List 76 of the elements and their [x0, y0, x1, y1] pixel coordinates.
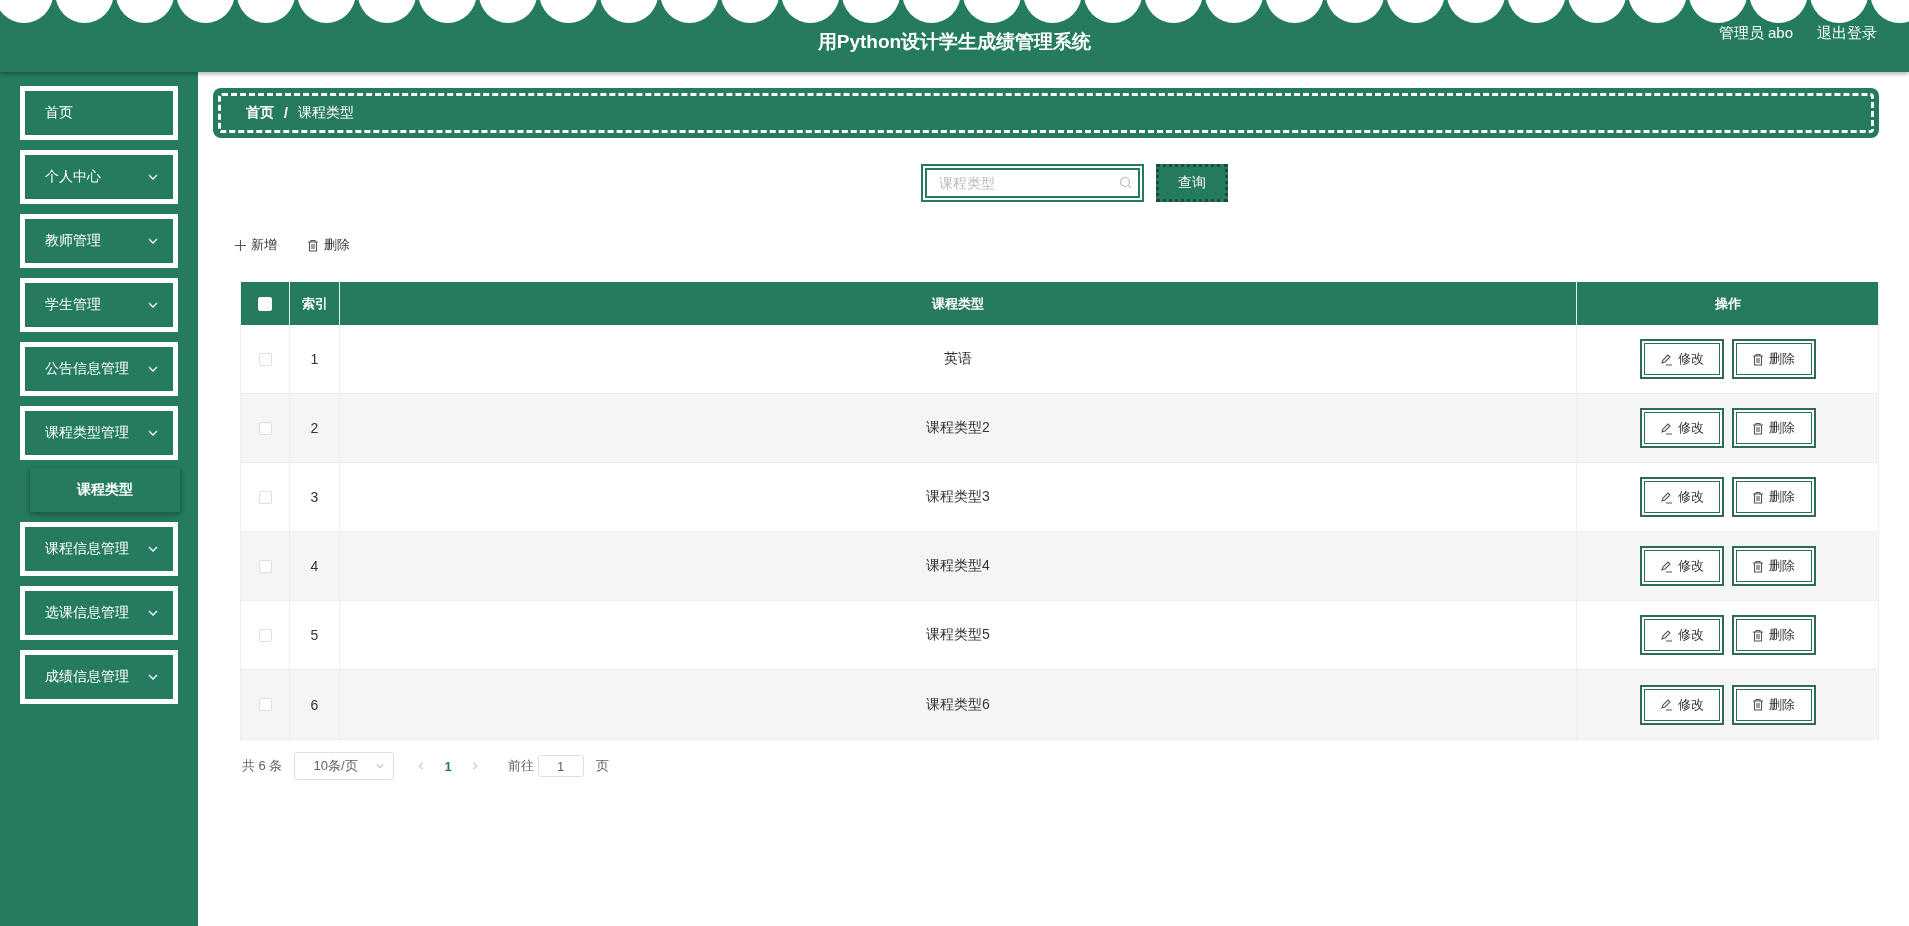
trash-icon — [1752, 698, 1764, 711]
edit-button[interactable]: 修改 — [1639, 477, 1724, 517]
delete-button[interactable]: 删除 — [1731, 408, 1816, 448]
page-size-select[interactable]: 10条/页 — [294, 752, 395, 780]
column-header: 操作 — [1714, 294, 1741, 313]
pencil-icon — [1659, 352, 1673, 366]
breadcrumb-link[interactable]: 首页 — [246, 104, 274, 122]
row-checkbox[interactable] — [258, 490, 272, 504]
trash-icon — [1752, 628, 1764, 642]
trash-icon — [1752, 559, 1764, 573]
column-header: 索引 — [301, 294, 328, 313]
trash-icon — [1752, 421, 1764, 435]
delete-button[interactable]: 删除 — [1731, 477, 1816, 517]
row-checkbox[interactable] — [258, 698, 272, 711]
delete-button[interactable]: 删除 — [1731, 339, 1816, 379]
index-cell: 6 — [310, 696, 319, 713]
type-cell: 课程类型6 — [926, 695, 990, 714]
pencil-icon — [1659, 421, 1673, 435]
pencil-icon — [1659, 559, 1673, 573]
menu-item[interactable]: 成绩信息管理 — [20, 650, 178, 704]
query-button[interactable]: 查询 — [1155, 164, 1228, 202]
edit-button[interactable]: 修改 — [1639, 615, 1724, 655]
page-number[interactable]: 1 — [444, 758, 452, 774]
breadcrumb-current: 课程类型 — [297, 104, 354, 122]
type-cell: 课程类型4 — [926, 557, 990, 575]
menu-item[interactable]: 课程信息管理 — [20, 522, 178, 576]
menu-item[interactable]: 个人中心 — [20, 150, 178, 204]
type-cell: 课程类型3 — [926, 488, 990, 506]
menu-item[interactable]: 首页 — [20, 86, 178, 140]
breadcrumb-separator: / — [284, 105, 288, 121]
delete-button[interactable]: 删除 — [303, 232, 354, 258]
edit-button[interactable]: 修改 — [1639, 684, 1724, 725]
edit-button[interactable]: 修改 — [1639, 339, 1724, 379]
app-title: 用Python设计学生成绩管理系统 — [817, 30, 1092, 54]
plus-icon — [235, 239, 246, 251]
goto-page-field[interactable]: 1 — [537, 755, 584, 777]
index-cell: 1 — [310, 351, 319, 367]
delete-button[interactable]: 删除 — [1731, 615, 1816, 655]
logout-link[interactable]: 退出登录 — [1817, 24, 1877, 43]
delete-button[interactable]: 删除 — [1731, 684, 1816, 725]
row-checkbox[interactable] — [258, 559, 272, 573]
trash-icon — [1752, 352, 1764, 366]
index-cell: 2 — [310, 420, 319, 436]
type-cell: 课程类型5 — [926, 626, 990, 644]
pencil-icon — [1659, 698, 1673, 711]
type-cell: 课程类型2 — [926, 419, 990, 437]
row-checkbox[interactable] — [258, 628, 272, 642]
row-checkbox[interactable] — [258, 352, 272, 366]
trash-icon — [307, 238, 319, 252]
menu-item[interactable]: 课程类型管理 — [20, 406, 178, 460]
submenu-item[interactable]: 课程类型 — [30, 468, 180, 512]
user-label: 管理员 abo — [1718, 24, 1793, 43]
total-count: 共 6 条 — [242, 757, 283, 775]
index-cell: 3 — [310, 489, 319, 505]
goto-label: 前往 — [507, 757, 534, 775]
trash-icon — [1752, 490, 1764, 504]
add-button[interactable]: 新增 — [231, 232, 281, 258]
edit-button[interactable]: 修改 — [1639, 546, 1724, 586]
menu-item[interactable]: 公告信息管理 — [20, 342, 178, 396]
menu-item[interactable]: 学生管理 — [20, 278, 178, 332]
select-all-checkbox[interactable] — [258, 296, 272, 311]
delete-button[interactable]: 删除 — [1731, 546, 1816, 586]
chevron-down-icon — [375, 761, 386, 771]
type-cell: 英语 — [944, 350, 972, 368]
search-icon — [1118, 176, 1132, 189]
pencil-icon — [1659, 490, 1673, 504]
search-field[interactable]: 课程类型 — [920, 164, 1144, 202]
row-checkbox[interactable] — [258, 421, 272, 435]
index-cell: 4 — [310, 558, 319, 574]
edit-button[interactable]: 修改 — [1639, 408, 1724, 448]
menu-item[interactable]: 教师管理 — [20, 214, 178, 268]
pencil-icon — [1659, 628, 1673, 642]
column-header: 课程类型 — [932, 294, 984, 313]
menu-item[interactable]: 选课信息管理 — [20, 586, 178, 640]
index-cell: 5 — [310, 627, 319, 643]
page-suffix: 页 — [595, 757, 609, 775]
